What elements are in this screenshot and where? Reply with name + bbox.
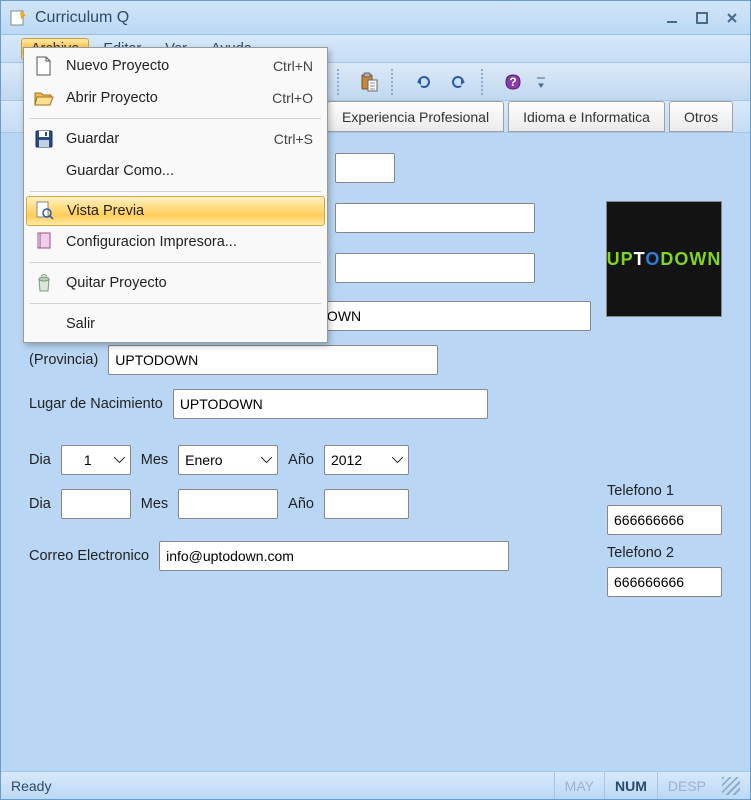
label-mes-2: Mes [141,496,168,512]
ano-input-2[interactable] [324,489,409,519]
menu-guardar[interactable]: Guardar Ctrl+S [24,123,327,155]
blank-icon [32,159,56,183]
menu-quitar-proyecto[interactable]: Quitar Proyecto [24,267,327,299]
label-telefono-2: Telefono 2 [607,545,722,561]
label-ano-2: Año [288,496,314,512]
label-dia-1: Dia [29,452,51,468]
window-controls [662,9,742,27]
statusbar: Ready MAY NUM DESP [1,771,750,799]
menu-separator [30,118,321,119]
field-top-3[interactable] [335,253,535,283]
label-mes-1: Mes [141,452,168,468]
lugar-nacimiento-input[interactable] [173,389,488,419]
menu-separator [30,191,321,192]
toolbar-grip [337,69,343,95]
window-title: Curriculum Q [35,9,129,27]
printer-config-icon [32,230,56,254]
logo-image: UPTODOWN [606,201,722,317]
ano-select-1[interactable]: 2012 [324,445,409,475]
telefono-1-input[interactable] [607,505,722,535]
label-correo: Correo Electronico [29,548,149,564]
toolbar-grip-3 [481,69,487,95]
menu-nuevo-proyecto[interactable]: Nuevo Proyecto Ctrl+N [24,50,327,82]
dia-select-1[interactable]: 1 [61,445,131,475]
paste-button[interactable] [355,68,383,96]
toolbar-dropdown-button[interactable] [535,68,547,96]
tab-experiencia[interactable]: Experiencia Profesional [327,101,504,132]
label-dia-2: Dia [29,496,51,512]
blank-icon [32,312,56,336]
mes-select-1[interactable]: Enero [178,445,278,475]
label-telefono-1: Telefono 1 [607,483,722,499]
menu-separator [30,303,321,304]
save-icon [32,127,56,151]
label-ano-1: Año [288,452,314,468]
help-button[interactable]: ? [499,68,527,96]
preview-icon [33,199,57,223]
status-desp: DESP [657,772,716,799]
app-icon [9,9,27,27]
minimize-button[interactable] [662,9,682,27]
tab-idioma[interactable]: Idioma e Informatica [508,101,665,132]
menu-config-impresora[interactable]: Configuracion Impresora... [24,226,327,258]
menu-salir[interactable]: Salir [24,308,327,340]
new-file-icon [32,54,56,78]
label-provincia: (Provincia) [29,352,98,368]
toolbar-grip-2 [391,69,397,95]
mes-input-2[interactable] [178,489,278,519]
status-may: MAY [554,772,604,799]
dia-input-2[interactable] [61,489,131,519]
maximize-button[interactable] [692,9,712,27]
status-ready: Ready [11,778,51,794]
redo-button[interactable] [445,68,473,96]
resize-grip-icon[interactable] [722,777,740,795]
logo-text: UPTODOWN [607,249,722,270]
titlebar: Curriculum Q [1,1,750,35]
tab-otros[interactable]: Otros [669,101,733,132]
open-folder-icon [32,86,56,110]
menu-guardar-como[interactable]: Guardar Como... [24,155,327,187]
menu-abrir-proyecto[interactable]: Abrir Proyecto Ctrl+O [24,82,327,114]
trash-icon [32,271,56,295]
close-button[interactable] [722,9,742,27]
correo-input[interactable] [159,541,509,571]
menu-separator [30,262,321,263]
field-top-1[interactable] [335,153,395,183]
label-lugar-nacimiento: Lugar de Nacimiento [29,396,163,412]
undo-button[interactable] [409,68,437,96]
phone-block: Telefono 1 Telefono 2 [607,473,722,597]
status-num: NUM [604,772,657,799]
archivo-dropdown: Nuevo Proyecto Ctrl+N Abrir Proyecto Ctr… [23,47,328,343]
svg-text:?: ? [509,75,516,89]
field-top-2[interactable] [335,203,535,233]
menu-vista-previa[interactable]: Vista Previa [26,196,325,226]
telefono-2-input[interactable] [607,567,722,597]
provincia-input[interactable] [108,345,438,375]
app-window: Curriculum Q Archivo Editar Ver Ayuda ? [0,0,751,800]
